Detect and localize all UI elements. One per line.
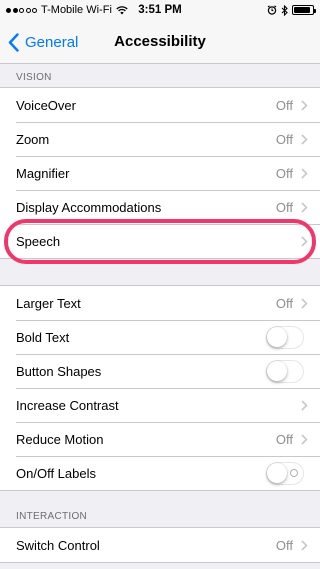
row-label: Increase Contrast (16, 397, 119, 413)
battery-icon (292, 5, 316, 15)
chevron-right-icon (301, 539, 308, 551)
button-shapes-toggle[interactable] (266, 359, 304, 383)
carrier-label: T-Mobile Wi-Fi (41, 4, 112, 16)
interaction-group: Switch Control Off (0, 527, 320, 563)
row-label: Zoom (16, 131, 50, 147)
chevron-right-icon (301, 99, 308, 111)
row-label: Reduce Motion (16, 431, 104, 447)
row-larger-text[interactable]: Larger Text Off (0, 286, 320, 320)
row-value: Off (275, 431, 293, 447)
chevron-right-icon (301, 201, 308, 213)
row-label: Button Shapes (16, 363, 102, 379)
chevron-right-icon (301, 133, 308, 145)
chevron-right-icon (301, 235, 308, 247)
row-label: Switch Control (16, 537, 100, 553)
chevron-right-icon (301, 399, 308, 411)
row-label: Bold Text (16, 329, 70, 345)
wifi-icon (116, 5, 128, 14)
row-switch-control[interactable]: Switch Control Off (0, 528, 320, 562)
chevron-right-icon (301, 433, 308, 445)
back-label: General (25, 33, 79, 51)
row-value: Off (275, 131, 293, 147)
row-display-accommodations[interactable]: Display Accommodations Off (0, 190, 320, 224)
off-label-circle-icon (290, 468, 298, 477)
row-voiceover[interactable]: VoiceOver Off (0, 88, 320, 122)
row-increase-contrast[interactable]: Increase Contrast (0, 388, 320, 422)
row-zoom[interactable]: Zoom Off (0, 122, 320, 156)
back-button[interactable]: General (8, 20, 78, 64)
status-left: T-Mobile Wi-Fi (6, 4, 128, 16)
toggle-knob (267, 462, 287, 483)
row-value: Off (275, 97, 293, 113)
alarm-icon (267, 5, 277, 15)
row-value: Off (275, 165, 293, 181)
row-label: Speech (16, 233, 61, 249)
section-header-interaction: INTERACTION (16, 511, 88, 522)
bluetooth-icon (281, 4, 288, 16)
row-value: Off (275, 537, 293, 553)
row-magnifier[interactable]: Magnifier Off (0, 156, 320, 190)
section-header-vision: VISION (16, 72, 52, 83)
row-label: Magnifier (16, 165, 70, 181)
chevron-right-icon (301, 297, 308, 309)
text-group: Larger Text Off Bold Text Button Shapes … (0, 285, 320, 491)
status-right (267, 4, 316, 16)
row-value: Off (275, 295, 293, 311)
row-button-shapes: Button Shapes (0, 354, 320, 388)
row-bold-text: Bold Text (0, 320, 320, 354)
toggle-knob (267, 326, 287, 347)
row-reduce-motion[interactable]: Reduce Motion Off (0, 422, 320, 456)
vision-group: VoiceOver Off Zoom Off Magnifier Off Dis… (0, 87, 320, 259)
row-label: Larger Text (16, 295, 81, 311)
row-speech[interactable]: Speech (0, 224, 320, 258)
row-label: VoiceOver (16, 97, 76, 113)
row-onoff-labels: On/Off Labels (0, 456, 320, 490)
chevron-left-icon (8, 32, 19, 52)
bold-text-toggle[interactable] (266, 325, 304, 349)
battery-fill (294, 7, 311, 13)
row-label: Display Accommodations (16, 199, 162, 215)
navigation-bar: General Accessibility (0, 20, 320, 64)
status-bar: T-Mobile Wi-Fi 3:51 PM (0, 0, 320, 20)
signal-strength-icon (6, 7, 37, 13)
row-label: On/Off Labels (16, 465, 96, 481)
chevron-right-icon (301, 167, 308, 179)
onoff-labels-toggle[interactable] (266, 461, 304, 485)
row-value: Off (275, 199, 293, 215)
toggle-knob (267, 360, 287, 381)
